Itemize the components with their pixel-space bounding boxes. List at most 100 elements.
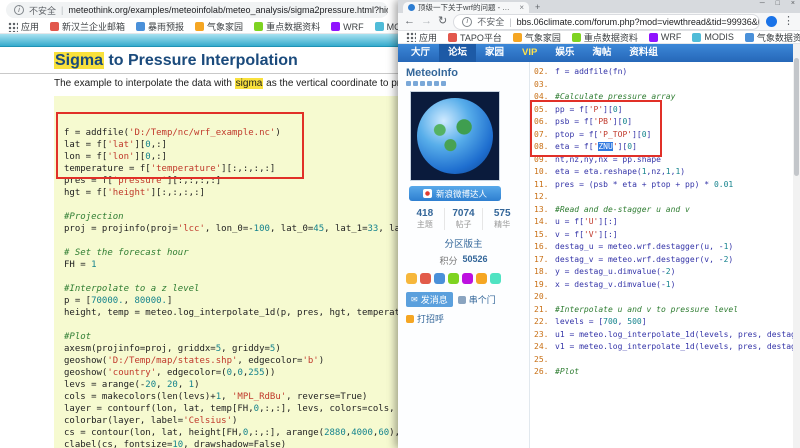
bookmark-item[interactable]: WRF [331,20,364,33]
line-number: 19. [534,279,552,292]
site-info-icon: i [462,17,472,27]
code-line: 26.#Plot [534,366,798,379]
page-scrollbar[interactable] [793,44,800,448]
medal-icon [406,273,417,284]
code-text: nt,nz,ny,nx = pp.shape [555,155,661,164]
apps-button[interactable]: 应用 [406,31,437,44]
bookmark-label: TAPO平台 [460,31,502,44]
maximize-icon[interactable]: □ [776,0,780,7]
profile-stats: 418主题7074帖子575精华 [406,208,521,230]
forum-nav-item[interactable]: VIP [513,44,546,62]
bookmark-item[interactable]: 新汉兰企业邮箱 [50,20,125,33]
browser-tab[interactable]: 顶级一下关于wrf的问题 - 气象家园 × [403,2,529,13]
tab-close-icon[interactable]: × [519,3,524,12]
address-bar-left[interactable]: i 不安全 | meteothink.org/examples/meteoinf… [6,2,388,18]
line-number: 23. [534,329,552,342]
line-number: 09. [534,154,552,167]
forum-nav-item[interactable]: 论坛 [439,44,476,62]
bookmark-item[interactable]: WRF [649,31,682,44]
bookmark-favicon [572,33,581,42]
code-line: 11.pres = (psb * eta + ptop + pp) * 0.01 [534,179,798,192]
weibo-badge[interactable]: 新浪微博达人 [409,186,501,201]
line-number: 04. [534,91,552,104]
apps-grid-icon [8,22,18,32]
code-line: 13.#Read and de-stagger u and v [534,204,798,217]
address-bar-right[interactable]: i 不安全 | bbs.06climate.com/forum.php?mod=… [453,14,760,30]
bookmark-favicon [692,33,701,42]
profile-stat[interactable]: 418主题 [406,208,444,230]
security-label: 不安全 [477,15,504,28]
line-number: 22. [534,316,552,329]
apps-button[interactable]: 应用 [8,20,39,33]
apps-label: 应用 [419,31,437,44]
profile-actions: ✉发消息 串个门打招呼 [406,292,521,325]
medal-icon [448,273,459,284]
stat-label: 主题 [406,219,444,230]
message-icon: ✉ [411,295,418,304]
stat-label: 精华 [483,219,521,230]
code-line: 17.destag_v = meteo.wrf.destagger(v, -2) [534,254,798,267]
username-link[interactable]: MeteoInfo [406,67,521,79]
bookmark-item[interactable]: TAPO平台 [448,31,502,44]
line-number: 03. [534,79,552,92]
weibo-icon [423,189,432,198]
action-发消息[interactable]: ✉发消息 [406,292,453,307]
line-number: 14. [534,216,552,229]
bookmark-item[interactable]: 暴雨预报 [136,20,184,33]
url-text: meteothink.org/examples/meteoinfolab/met… [68,5,388,15]
bookmark-item[interactable]: 气象家园 [195,20,243,33]
bookmark-item[interactable]: 重点数据资料 [254,20,320,33]
post-code-block: 02.f = addfile(fn)03. 04.#Calculate pres… [530,62,800,448]
profile-avatar-icon[interactable] [766,16,777,27]
action-icon [458,296,466,304]
bookmark-item[interactable]: 气象数据资料网 [745,31,800,44]
back-icon[interactable]: ← [404,16,415,27]
forum-nav-item[interactable]: 资料组 [620,44,667,62]
bookmark-favicon [448,33,457,42]
forum-nav-bar: 大厅论坛家园VIP娱乐淘帖资料组 [398,44,800,62]
line-number: 02. [534,66,552,79]
stat-value: 7074 [445,208,483,219]
code-line: 22.levels = [700, 500] [534,316,798,329]
profile-stat[interactable]: 575精华 [482,208,521,230]
reload-icon[interactable]: ↻ [438,16,447,27]
code-line: 21.#Interpolate u and v to pressure leve… [534,304,798,317]
bookmark-label: 气象数据资料网 [757,31,800,44]
bookmark-favicon [745,33,754,42]
bookmark-label: MODIS [704,32,734,42]
line-number: 07. [534,129,552,142]
close-icon[interactable]: × [791,0,795,7]
bookmark-item[interactable]: MODIS [692,31,734,44]
code-text: v = f['V'][:] [555,230,618,239]
menu-icon[interactable]: ⋮ [783,16,794,27]
user-avatar[interactable] [410,91,500,181]
scrollbar-thumb[interactable] [794,58,799,176]
code-line: 15.v = f['V'][:] [534,229,798,242]
new-tab-button[interactable]: + [535,2,540,13]
line-number: 18. [534,266,552,279]
code-text: #Interpolate u and v to pressure level [555,305,738,314]
forum-nav-item[interactable]: 大厅 [402,44,439,62]
action-打招呼[interactable]: 打招呼 [406,312,444,325]
user-group-link[interactable]: 分区版主 [406,236,521,250]
apps-label: 应用 [21,20,39,33]
medal-icon [490,273,501,284]
bookmark-favicon [195,22,204,31]
forum-nav-item[interactable]: 娱乐 [546,44,583,62]
action-label: 串个门 [469,293,496,306]
code-text [555,192,560,201]
bookmark-label: 新汉兰企业邮箱 [62,20,125,33]
forum-nav-item[interactable]: 家园 [476,44,513,62]
forward-icon[interactable]: → [421,16,432,27]
minimize-icon[interactable]: ─ [760,0,765,7]
forum-nav-item[interactable]: 淘帖 [583,44,620,62]
code-text: pres = (psb * eta + ptop + pp) * 0.01 [555,180,733,189]
score-row: 积分 50526 [406,254,521,267]
bookmark-item[interactable]: 气象家园 [513,31,561,44]
search-highlight: Sigma [54,52,104,69]
code-text: #Plot [555,367,579,376]
profile-stat[interactable]: 7074帖子 [444,208,483,230]
action-串个门[interactable]: 串个门 [458,293,496,306]
bookmark-item[interactable]: 重点数据资料 [572,31,638,44]
score-value[interactable]: 50526 [462,254,487,267]
